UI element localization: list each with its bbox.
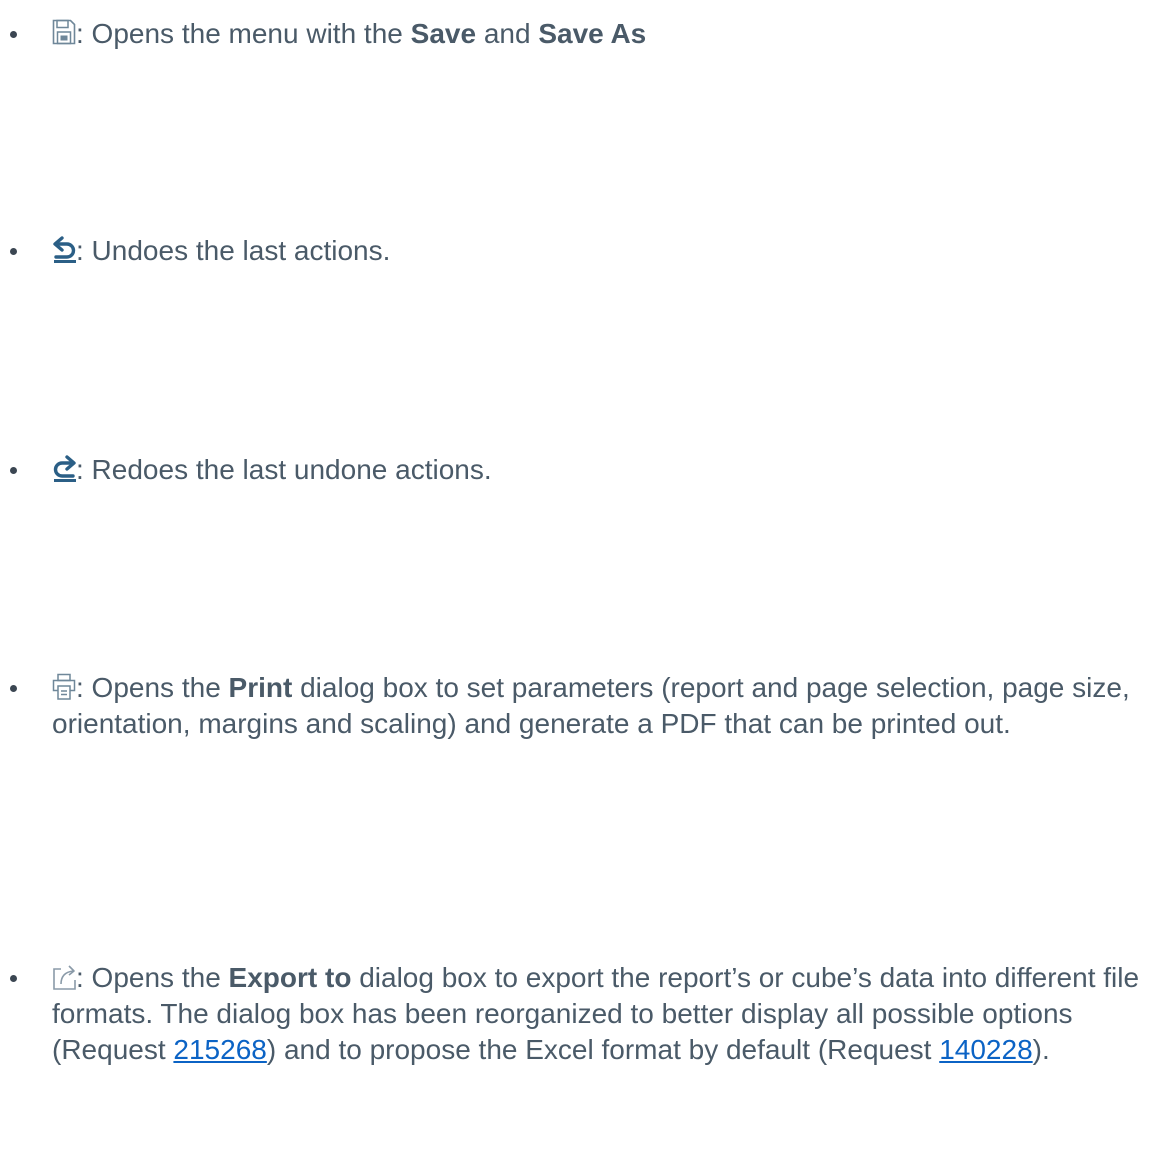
request-link-140228[interactable]: 140228	[939, 1034, 1032, 1065]
list-item-text: : Opens the menu with the Save and Save …	[52, 16, 1157, 52]
list-item-export: : Opens the Export to dialog box to expo…	[0, 960, 1171, 1068]
list-item-text: : Undoes the last actions.	[52, 233, 1157, 269]
save-icon	[52, 19, 76, 47]
list-item-save: : Opens the menu with the Save and Save …	[0, 16, 1171, 52]
list-item-text: : Redoes the last undone actions.	[52, 452, 1157, 488]
bullet	[10, 685, 17, 692]
request-link-215268[interactable]: 215268	[173, 1034, 266, 1065]
list-item-undo: : Undoes the last actions.	[0, 233, 1171, 269]
list-item-text: : Opens the Export to dialog box to expo…	[52, 962, 1140, 1065]
export-icon	[52, 963, 76, 991]
bullet	[10, 975, 17, 982]
list-item-print: : Opens the Print dialog box to set para…	[0, 670, 1171, 742]
undo-icon	[52, 236, 76, 264]
feature-list: : Opens the menu with the Save and Save …	[0, 0, 1171, 1165]
bullet	[10, 248, 17, 255]
bullet	[10, 31, 17, 38]
list-item-text: : Opens the Print dialog box to set para…	[52, 672, 1130, 739]
bullet	[10, 467, 17, 474]
list-item-redo: : Redoes the last undone actions.	[0, 452, 1171, 488]
print-icon	[52, 673, 76, 701]
redo-icon	[52, 455, 76, 483]
